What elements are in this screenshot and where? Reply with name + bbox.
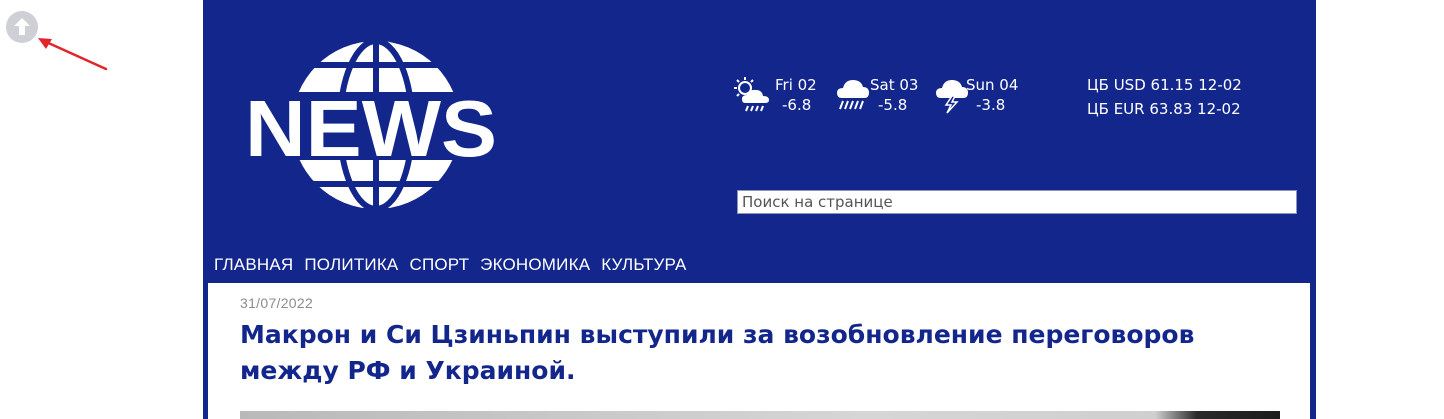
article-date: 31/07/2022 <box>240 295 314 311</box>
scroll-to-top-button[interactable] <box>6 11 38 43</box>
article: 31/07/2022 Макрон и Си Цзиньпин выступил… <box>208 283 1310 419</box>
logo-text: NEWS <box>245 84 497 173</box>
weather-day-2: Sat 03 -5.8 <box>835 76 925 116</box>
weather-day-3: Sun 04 -3.8 <box>934 76 1029 116</box>
search-input[interactable] <box>737 190 1297 214</box>
weather-day-label: Fri 02 <box>775 76 817 94</box>
sun-cloud-rain-icon <box>734 77 769 112</box>
weather-temperature: -3.8 <box>976 96 1006 114</box>
main-nav: ГЛАВНАЯ ПОЛИТИКА СПОРТ ЭКОНОМИКА КУЛЬТУР… <box>214 254 687 276</box>
nav-item-politics[interactable]: ПОЛИТИКА <box>304 254 398 276</box>
site-header: NEWS Fri 02 -6.8 Sat 03 -5.8 Sun 04 -3.8… <box>203 0 1316 419</box>
arrow-up-icon <box>14 18 30 35</box>
article-image[interactable] <box>240 411 1280 419</box>
cloud-thunder-icon <box>936 80 968 114</box>
nav-item-sport[interactable]: СПОРТ <box>409 254 469 276</box>
cloud-rain-icon <box>837 80 869 110</box>
annotation-arrow-icon <box>38 38 108 71</box>
weather-day-label: Sat 03 <box>870 76 919 94</box>
weather-temperature: -5.8 <box>878 96 908 114</box>
usd-rate: ЦБ USD 61.15 12-02 <box>1087 76 1242 94</box>
weather-day-label: Sun 04 <box>966 76 1019 94</box>
weather-temperature: -6.8 <box>782 96 812 114</box>
nav-item-culture[interactable]: КУЛЬТУРА <box>601 254 686 276</box>
eur-rate: ЦБ EUR 63.83 12-02 <box>1087 100 1241 118</box>
weather-day-1: Fri 02 -6.8 <box>733 76 823 116</box>
article-title[interactable]: Макрон и Си Цзиньпин выступили за возобн… <box>240 317 1290 389</box>
nav-item-economy[interactable]: ЭКОНОМИКА <box>480 254 590 276</box>
news-globe-logo[interactable]: NEWS <box>241 38 501 208</box>
currency-rates: ЦБ USD 61.15 12-02 ЦБ EUR 63.83 12-02 <box>1087 73 1242 121</box>
nav-item-home[interactable]: ГЛАВНАЯ <box>214 254 293 276</box>
